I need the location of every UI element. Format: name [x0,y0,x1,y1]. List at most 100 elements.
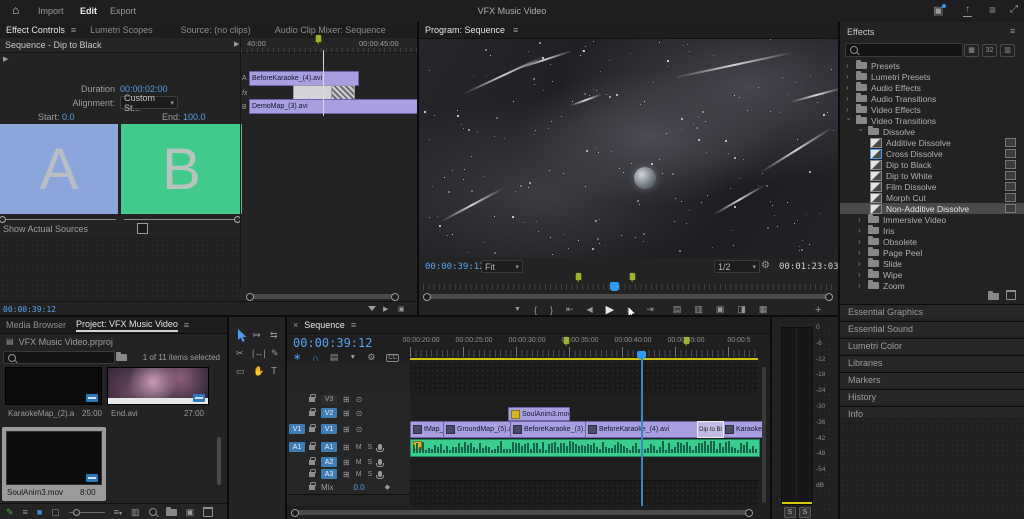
twirl-icon[interactable]: › [858,248,864,257]
timeline-track-area[interactable]: SoulAnim3.mov tMap_(6).avi GroundMap_(5)… [410,363,758,506]
sync-lock-icon[interactable]: ⊞ [343,395,350,404]
effects-tree-item[interactable]: › Video Effects [840,104,1024,115]
twirl-icon[interactable]: › [845,118,854,124]
track-v3-lane[interactable] [410,393,758,407]
show-actual-sources-checkbox[interactable] [137,223,148,234]
media-item-thumb[interactable] [107,367,209,405]
twirl-icon[interactable]: › [857,129,866,135]
effects-tree-item[interactable]: › Morph Cut [840,192,1024,203]
new-bin-icon[interactable] [166,509,177,516]
tab-lumetri-scopes[interactable]: Lumetri Scopes [90,25,153,35]
alignment-dropdown[interactable]: Custom St... ▾ [120,96,178,109]
icon-view-icon[interactable]: ■ [37,507,42,517]
multi-view-icon[interactable]: ▦ [759,304,768,315]
fit-dropdown[interactable]: Fit ▾ [481,260,523,273]
voiceover-mic-icon[interactable] [378,444,382,450]
program-marker-icon[interactable] [630,273,636,280]
program-time-ruler[interactable] [423,284,834,290]
sequence-marker-icon[interactable] [564,337,570,344]
mark-out-icon[interactable]: } [550,305,553,315]
toggle-output-eye-icon[interactable]: ⊙ [356,395,363,404]
media-item-selected[interactable]: SoulAnim3.mov 8:00 [2,427,106,501]
ec-transition-hatched[interactable] [331,85,355,100]
lock-icon[interactable] [309,411,315,416]
add-marker-icon[interactable]: ▼ [514,306,521,313]
track-target-a3[interactable]: A3 [321,469,337,479]
delete-custom-item-icon[interactable] [1006,290,1016,300]
automate-to-sequence-icon[interactable]: ▥ [131,507,140,518]
program-marker-icon[interactable] [576,273,582,280]
program-playhead-head[interactable] [610,282,619,291]
slider-knob[interactable] [73,509,80,516]
media-item-thumb[interactable] [5,367,102,405]
effects-tree-item[interactable]: › Cross Dissolve [840,148,1024,159]
type-tool-icon[interactable]: T [271,366,277,377]
effects-tree-item[interactable]: › Video Transitions [840,115,1024,126]
start-value[interactable]: 0.0 [62,112,75,122]
hand-tool-icon[interactable]: ✋ [253,366,264,377]
button-editor-plus-icon[interactable]: + [815,304,821,315]
effect-twirl-icon[interactable]: ▶ [3,55,8,63]
media-item-name[interactable]: KaraokeMap_(2).avi [8,409,74,418]
thumbnail-zoom-slider[interactable] [69,512,105,513]
project-search-input[interactable] [3,351,115,364]
panel-menu-icon[interactable]: ≡ [351,320,356,330]
effects-tree-item[interactable]: › Audio Effects [840,82,1024,93]
collapsed-panel-header[interactable]: Lumetri Color [840,338,1024,353]
program-zoom-scrollbar[interactable] [425,294,831,299]
effects-tree-item[interactable]: › Obsolete [840,236,1024,247]
twirl-icon[interactable]: › [846,72,852,81]
ripple-edit-tool-icon[interactable]: ⇆ [270,330,278,341]
sync-lock-icon[interactable]: ⊞ [343,470,350,479]
solo-icon[interactable]: S [368,459,373,466]
quick-export-icon[interactable]: ▣ [933,4,943,17]
close-icon[interactable]: × [293,320,298,330]
tab-source[interactable]: Source: (no clips) [181,25,251,35]
rectangle-tool-icon[interactable]: ▭ [236,366,245,377]
collapsed-panel-header[interactable]: Essential Graphics [840,304,1024,319]
menu-edit[interactable]: Edit [80,6,97,16]
effects-tree-item[interactable]: › Iris [840,225,1024,236]
lock-icon[interactable] [309,472,315,477]
timeline-settings-wrench-icon[interactable]: ⚙ [367,352,375,363]
track-header-mix[interactable]: Mix 0.0 ◆ [287,480,410,495]
sort-icon[interactable]: ≡▾ [114,507,122,517]
ec-zoom-scrollbar[interactable] [248,294,397,299]
extract-icon[interactable]: ▥ [694,304,703,315]
effects-search-input[interactable] [845,43,963,57]
track-header-a1[interactable]: A1 A1 ⊞ M S [287,438,410,457]
twirl-icon[interactable]: › [858,237,864,246]
mute-icon[interactable]: M [356,459,362,466]
timeline-clip-v1[interactable]: BeforeKaraoke_(3).avi [510,421,591,438]
timeline-ruler[interactable]: 00:00:20:0000:00:25:0000:00:30:0000:00:3… [287,337,770,347]
effects-tree-item[interactable]: › Page Peel [840,247,1024,258]
toggle-output-eye-icon[interactable]: ⊙ [356,425,363,434]
workspaces-icon[interactable]: ≡ [989,3,996,17]
timeline-playhead-line[interactable] [641,357,643,506]
tab-program[interactable]: Program: Sequence [425,25,505,35]
transition-b-preview[interactable]: B [121,124,242,214]
menu-import[interactable]: Import [38,6,64,16]
track-target-v2[interactable]: V2 [321,408,337,418]
collapsed-panel-header[interactable]: Essential Sound [840,321,1024,336]
snap-icon[interactable]: ∩ [312,353,318,363]
selection-tool-icon[interactable] [237,329,248,342]
yuv-filter-icon[interactable]: ▥ [1000,44,1015,57]
effects-tree-item[interactable]: › Additive Dissolve [840,137,1024,148]
twirl-icon[interactable]: › [858,215,864,224]
start-slider[interactable] [2,219,116,220]
timeline-transition[interactable]: Dip to Bl [697,421,724,438]
ec-timecode[interactable]: 00:00:39:12 [3,305,56,314]
track-select-forward-tool-icon[interactable]: ↦ [253,330,261,341]
timeline-h-scrollbar[interactable] [293,510,751,515]
toggle-output-eye-icon[interactable]: ⊙ [356,409,363,418]
lift-icon[interactable]: ▤ [673,304,682,315]
transition-a-preview[interactable]: A [0,124,118,214]
add-marker-icon[interactable]: ▼ [349,354,356,361]
panel-menu-icon[interactable]: ≡ [184,320,189,330]
mark-in-icon[interactable]: { [534,305,537,315]
track-target-v3[interactable]: V3 [321,395,337,405]
sequence-marker-icon[interactable] [684,337,690,344]
sequence-marker-icon[interactable] [316,35,322,42]
timeline-v-scrollbar[interactable] [762,367,766,503]
